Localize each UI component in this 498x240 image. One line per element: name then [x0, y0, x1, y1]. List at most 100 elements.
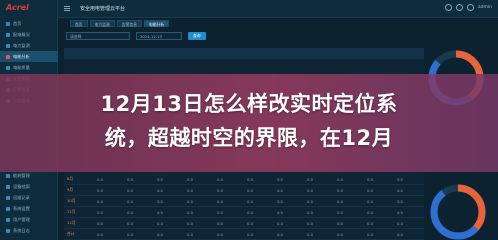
user-icon [6, 217, 10, 222]
app-window: Acrel 首页 配电概况 电力监测 电能分析 电能质量 安全用电 告警信息 运… [0, 0, 498, 240]
sidebar-item-users[interactable]: 用户管理 [0, 214, 58, 225]
table-cell: 0.0 [97, 231, 104, 237]
table-row: 10月 0.0 0.0 0.0 0.0 0.0 0.0 0.0 0.0 0.0 0.0 0.0 [64, 196, 424, 207]
bell-icon[interactable] [455, 4, 463, 11]
table-cell: 0.0 [157, 176, 164, 182]
table-cell: 0.0 [217, 220, 224, 226]
quality-icon [6, 65, 10, 70]
sidebar-item-label: 首页 [13, 20, 22, 26]
table-cell: 0.0 [277, 231, 284, 237]
avatar[interactable] [466, 4, 474, 11]
table-cell: 0.0 [247, 209, 254, 215]
tab-alarm[interactable]: 告警信息 [116, 20, 142, 27]
sidebar-item-records[interactable]: 运维记录 [0, 192, 58, 203]
sidebar-item-devices[interactable]: 设备档案 [0, 181, 58, 192]
filter-bar: 请选择 2024-12-13 查询 [66, 32, 206, 40]
record-icon [6, 195, 10, 200]
table-cell: 0.0 [187, 209, 194, 215]
tab-analysis[interactable]: 电能分析 [143, 20, 170, 27]
row-label: 12月 [67, 220, 76, 225]
gear-icon [6, 206, 10, 211]
brand-logo: Acrel [6, 3, 29, 12]
table-cell: 0.0 [307, 198, 314, 204]
sidebar-item-label: 电能质量 [13, 64, 30, 70]
table-cell: 0.0 [157, 187, 164, 193]
table-cell: 0.0 [247, 187, 254, 193]
log-icon [6, 228, 10, 233]
row-label: 9月 [67, 187, 74, 192]
table-row: 11月 0.0 0.0 0.0 0.0 0.0 0.0 0.0 0.0 0.0 0.0 0.0 [64, 207, 424, 218]
table-cell: 0.0 [187, 187, 194, 193]
table-cell: 0.0 [187, 231, 194, 237]
top-actions: admin [444, 4, 492, 11]
table-cell: 0.0 [337, 176, 344, 182]
table-cell: 0.0 [217, 187, 224, 193]
sidebar-item-label: 系统设置 [13, 205, 30, 211]
table-cell: 0.0 [247, 231, 254, 237]
chart-icon [6, 54, 10, 59]
device-icon [6, 184, 10, 189]
table-cell: 0.0 [247, 220, 254, 226]
table-cell: 0.0 [307, 231, 314, 237]
row-label: 合计 [67, 231, 75, 236]
table-cell: 0.0 [127, 231, 134, 237]
tab-home[interactable]: 首页 [70, 20, 88, 27]
table-cell: 0.0 [127, 176, 134, 182]
table-cell: 0.0 [277, 198, 284, 204]
row-label: 10月 [67, 198, 76, 203]
table-cell: 0.0 [217, 176, 224, 182]
table-cell: 0.0 [397, 187, 404, 193]
table-cell: 0.0 [217, 231, 224, 237]
table-header-row [64, 48, 424, 59]
table-cell: 0.0 [397, 209, 404, 215]
table-row: 合计 0.0 0.0 0.0 0.0 0.0 0.0 0.0 0.0 0.0 0.0 0.0 [64, 229, 424, 240]
table-cell: 0.0 [247, 198, 254, 204]
tab-monitor[interactable]: 电力监测 [89, 20, 115, 27]
sidebar-item-monitor[interactable]: 电力监测 [0, 40, 58, 51]
table-cell: 0.0 [97, 220, 104, 226]
table-cell: 0.0 [397, 198, 404, 204]
sidebar-item-logs[interactable]: 系统日志 [0, 225, 58, 236]
sidebar-item-label: 运维记录 [13, 194, 30, 200]
table-cell: 0.0 [217, 198, 224, 204]
fullscreen-icon[interactable] [444, 4, 452, 11]
table-cell: 0.0 [367, 220, 374, 226]
tab-bar: 首页 电力监测 告警信息 电能分析 [70, 20, 170, 27]
menu-toggle-icon[interactable] [64, 6, 70, 11]
sidebar-item-label: 配电概况 [13, 31, 30, 37]
row-label: 8月 [67, 176, 74, 181]
table-cell: 0.0 [337, 220, 344, 226]
table-cell: 0.0 [307, 220, 314, 226]
home-icon [6, 21, 10, 26]
sidebar-item-analysis[interactable]: 电能分析 [0, 51, 58, 62]
username[interactable]: admin [478, 5, 492, 10]
sidebar-item-quality[interactable]: 电能质量 [0, 62, 58, 73]
table-cell: 0.0 [187, 176, 194, 182]
sidebar-item-label: 电力监测 [13, 42, 30, 48]
table-cell: 0.0 [97, 198, 104, 204]
table-row: 8月 0.0 0.0 0.0 0.0 0.0 0.0 0.0 0.0 0.0 0.0 0.0 [64, 174, 424, 185]
table-cell: 0.0 [277, 176, 284, 182]
table-row: 12月 0.0 0.0 0.0 0.0 0.0 0.0 0.0 0.0 0.0 0.0 0.0 [64, 218, 424, 229]
station-select[interactable]: 请选择 [66, 32, 130, 40]
sidebar-item-overview[interactable]: 配电概况 [0, 29, 58, 40]
sidebar-item-label: 电能分析 [13, 53, 30, 59]
table-cell: 0.0 [307, 176, 314, 182]
query-button[interactable]: 查询 [188, 32, 206, 40]
table-cell: 0.0 [337, 198, 344, 204]
table-cell: 0.0 [157, 198, 164, 204]
table-cell: 0.0 [397, 220, 404, 226]
table-cell: 0.0 [97, 209, 104, 215]
sidebar-item-settings[interactable]: 系统设置 [0, 203, 58, 214]
table-cell: 0.0 [157, 231, 164, 237]
table-cell: 0.0 [367, 231, 374, 237]
table-cell: 0.0 [157, 220, 164, 226]
table-cell: 0.0 [367, 176, 374, 182]
date-picker[interactable]: 2024-12-13 [136, 32, 182, 40]
table-cell: 0.0 [337, 231, 344, 237]
table-cell: 0.0 [127, 220, 134, 226]
energy-icon [6, 173, 10, 178]
table-cell: 0.0 [307, 187, 314, 193]
monitor-icon [6, 43, 10, 48]
sidebar-item-home[interactable]: 首页 [0, 18, 58, 29]
